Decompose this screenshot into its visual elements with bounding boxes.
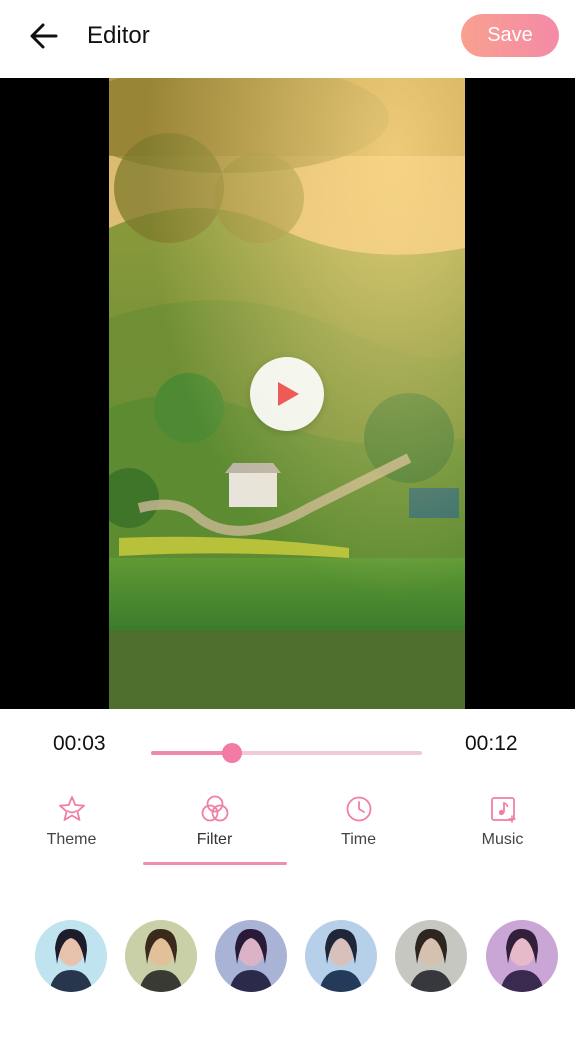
play-button[interactable] — [250, 357, 324, 431]
tab-label: Music — [481, 831, 524, 848]
filter-option[interactable] — [215, 920, 287, 992]
filter-circles-icon — [201, 795, 228, 822]
play-icon — [278, 382, 299, 406]
music-note-icon — [490, 797, 516, 823]
seek-slider-fill — [151, 751, 233, 755]
current-time: 00:03 — [53, 732, 106, 755]
clock-icon — [346, 796, 371, 822]
filter-option[interactable] — [125, 920, 197, 992]
filter-preview-image — [395, 920, 467, 992]
filter-preview-image — [305, 920, 377, 992]
seek-slider[interactable] — [151, 743, 422, 763]
tab-music[interactable]: Music — [431, 780, 574, 866]
editor-tabs: Theme Filter Time Music — [0, 780, 575, 870]
arrow-left-icon — [30, 23, 58, 49]
back-button[interactable] — [26, 18, 62, 54]
tab-label: Filter — [196, 831, 233, 848]
filter-option[interactable] — [305, 920, 377, 992]
star-icon — [58, 796, 85, 821]
filter-option[interactable] — [486, 920, 558, 992]
page-title: Editor — [87, 22, 150, 49]
top-bar: Editor Save — [0, 0, 575, 78]
total-time: 00:12 — [465, 732, 518, 755]
tab-filter[interactable]: Filter — [143, 780, 286, 866]
filter-option[interactable] — [35, 920, 107, 992]
video-frame[interactable] — [109, 78, 465, 709]
video-preview — [0, 78, 575, 709]
tab-indicator — [143, 862, 287, 865]
filter-preview-image — [35, 920, 107, 992]
filter-option[interactable] — [395, 920, 467, 992]
filter-list — [0, 918, 575, 994]
seek-slider-thumb[interactable] — [222, 743, 243, 763]
tab-time[interactable]: Time — [287, 780, 430, 866]
filter-preview-image — [215, 920, 287, 992]
save-button[interactable]: Save — [461, 14, 559, 57]
tab-label: Theme — [46, 831, 97, 848]
filter-preview-image — [486, 920, 558, 992]
tab-theme[interactable]: Theme — [0, 780, 143, 866]
tab-label: Time — [341, 831, 376, 848]
timeline: 00:03 00:12 — [0, 710, 575, 780]
filter-preview-image — [125, 920, 197, 992]
